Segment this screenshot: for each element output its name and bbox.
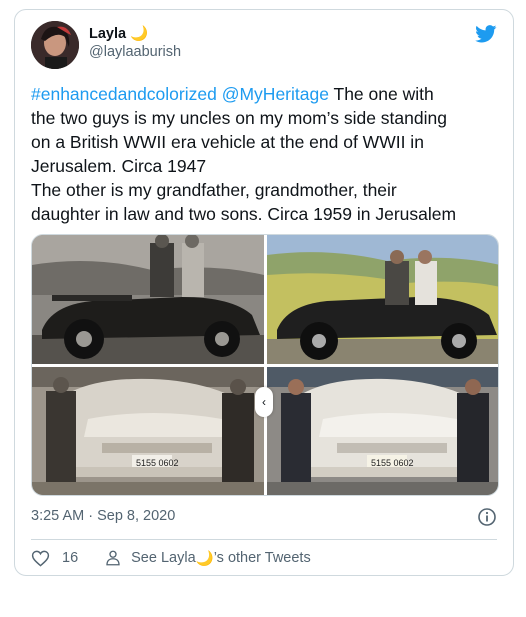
see-other-tweets-link[interactable]: See Layla 🌙’s other Tweets [104,549,311,567]
avatar[interactable] [31,21,79,69]
photo-family-color[interactable]: 5155 0602 [267,367,498,495]
divider [31,539,497,540]
twitter-bird-icon[interactable] [475,25,497,43]
license-plate-text: 5155 0602 [371,458,414,468]
hashtag-link[interactable]: #enhancedandcolorized [31,84,217,104]
photo-car-bw[interactable] [32,235,264,364]
photo-car-color[interactable] [267,235,498,364]
tweet-text-line-6: daughter in law and two sons. Circa 1959… [31,204,457,224]
media-nav-handle[interactable]: ‹ [255,387,273,417]
heart-icon [31,550,50,567]
photo-family-bw[interactable]: 5155 0602 [32,367,264,495]
tweet-card: Layla 🌙 @laylaaburish #enhancedandcoloriz… [14,9,514,576]
author-handle[interactable]: @laylaaburish [89,44,181,60]
moon-emoji: 🌙 [195,550,214,567]
mention-link[interactable]: @MyHeritage [222,84,329,104]
media-grid: 5155 0602 5155 0602 ‹ [31,234,499,496]
tweet-text-line-3: on a British WWII era vehicle at the end… [31,132,424,152]
author-name[interactable]: Layla 🌙 [89,25,148,42]
license-plate-text: 5155 0602 [136,458,179,468]
info-icon[interactable] [477,507,497,527]
moon-emoji: 🌙 [130,26,149,42]
tweet-text-line-4: Jerusalem. Circa 1947 [31,156,207,176]
text-segment: The one with [328,84,434,104]
chevron-icon: ‹ [262,395,266,409]
likes-count: 16 [62,550,79,566]
author-name-text[interactable]: Layla [89,26,126,42]
tweet-text-line-2: the two guys is my uncles on my mom’s si… [31,108,447,128]
like-button[interactable]: 16 [31,549,104,568]
tweet-text: #enhancedandcolorized @MyHeritage The on… [31,82,501,226]
tweet-text-line-5: The other is my grandfather, grandmother… [31,180,397,200]
person-icon [106,550,120,566]
see-other-suffix: ’s other Tweets [213,550,311,566]
tweet-timestamp[interactable]: 3:25 AM · Sep 8, 2020 [31,508,175,524]
tweet-actions: 16 See Layla 🌙’s other Tweets [31,548,311,568]
tweet-text-line-1: #enhancedandcolorized @MyHeritage The on… [31,82,501,106]
see-other-prefix: See Layla [131,550,196,566]
